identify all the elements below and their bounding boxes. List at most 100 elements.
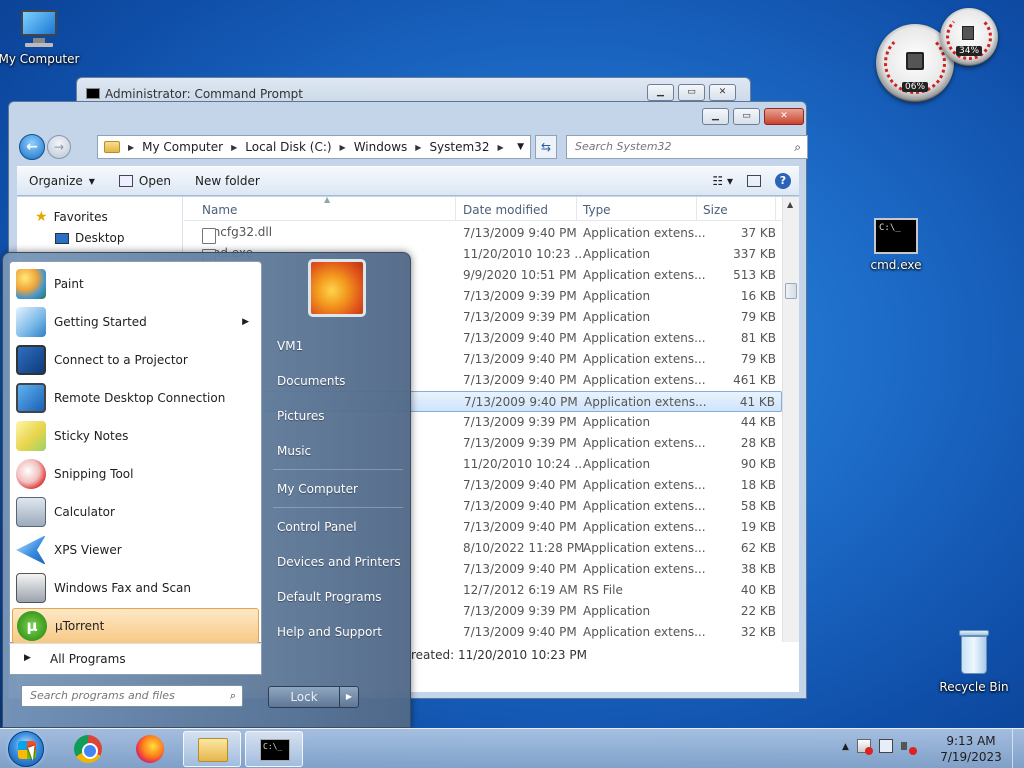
program-calculator[interactable]: Calculator <box>12 494 259 530</box>
file-size: 79 KB <box>740 310 776 324</box>
address-dropdown-icon[interactable]: ▼ <box>517 142 524 152</box>
refresh-icon: ⇆ <box>540 140 552 154</box>
file-size: 337 KB <box>733 247 776 261</box>
organize-button[interactable]: Organize ▼ <box>17 174 107 188</box>
file-size: 58 KB <box>740 499 776 513</box>
start-link-default-programs[interactable]: Default Programs <box>269 584 407 612</box>
scroll-thumb[interactable] <box>785 283 797 299</box>
view-options-icon[interactable]: ☷ ▾ <box>712 174 733 188</box>
column-type[interactable]: Type <box>583 203 611 217</box>
file-date: 7/13/2009 9:40 PM <box>463 625 577 639</box>
file-type: Application <box>583 457 651 471</box>
minimize-button[interactable]: ▁ <box>647 84 674 101</box>
program-xps-viewer[interactable]: XPS Viewer <box>12 532 259 568</box>
taskbar-cmd[interactable]: C:\_ <box>245 731 303 767</box>
file-type: Application extens... <box>583 541 706 555</box>
search-icon[interactable]: ⌕ <box>230 689 236 703</box>
search-input[interactable]: Search System32 ⌕ <box>566 135 808 159</box>
cpu-meter-gadget[interactable]: 06% 34% <box>872 6 1004 124</box>
submenu-arrow-icon[interactable]: ▶ <box>242 317 249 327</box>
maximize-button[interactable]: ▭ <box>678 84 705 101</box>
nav-favorites[interactable]: ★ Favorites <box>35 209 108 225</box>
forward-button[interactable]: → <box>47 135 71 159</box>
maximize-button[interactable]: ▭ <box>733 108 760 125</box>
show-hidden-icons-icon[interactable]: ▲ <box>842 739 849 755</box>
table-row[interactable]: cmcfg32.dll 7/13/2009 9:40 PM Application … <box>184 223 782 244</box>
column-headers: Name ▲ Date modified Type Size <box>184 195 782 221</box>
column-name[interactable]: Name <box>202 203 237 217</box>
breadcrumb-system32[interactable]: System32 <box>429 140 489 154</box>
search-placeholder: Search System32 <box>575 140 672 153</box>
open-label: Open <box>138 174 171 188</box>
column-size[interactable]: Size <box>703 203 728 217</box>
program-snipping-tool[interactable]: Snipping Tool <box>12 456 259 492</box>
breadcrumb-arrow-icon[interactable]: ▶ <box>231 143 237 152</box>
close-button[interactable]: ✕ <box>764 108 804 125</box>
program-utorrent[interactable]: µ µTorrent <box>12 608 259 644</box>
start-link-control-panel[interactable]: Control Panel <box>269 514 407 542</box>
program-paint[interactable]: Paint <box>12 266 259 302</box>
shutdown-options-button[interactable]: ▶ <box>339 686 359 708</box>
start-search-input[interactable]: Search programs and files ⌕ <box>21 685 243 707</box>
title-bar[interactable]: ▁ ▭ ✕ <box>9 102 806 130</box>
close-button[interactable]: ✕ <box>709 84 736 101</box>
network-icon[interactable] <box>878 739 893 753</box>
start-link-music[interactable]: Music <box>269 438 407 466</box>
program-fax-scan[interactable]: Windows Fax and Scan <box>12 570 259 606</box>
preview-pane-icon[interactable] <box>747 175 761 187</box>
program-label: XPS Viewer <box>54 543 122 557</box>
taskbar-firefox[interactable] <box>121 731 179 767</box>
file-size: 461 KB <box>733 373 776 387</box>
desktop-icon-recycle-bin[interactable]: Recycle Bin <box>932 630 1016 694</box>
show-desktop-button[interactable] <box>1012 729 1024 768</box>
program-remote-desktop[interactable]: Remote Desktop Connection <box>12 380 259 416</box>
lock-button[interactable]: Lock <box>268 686 340 708</box>
program-list: Paint Getting Started ▶ Connect to a Pro… <box>9 261 262 644</box>
program-sticky-notes[interactable]: Sticky Notes <box>12 418 259 454</box>
program-connect-projector[interactable]: Connect to a Projector <box>12 342 259 378</box>
nav-desktop[interactable]: Desktop <box>55 231 125 245</box>
start-link-help-support[interactable]: Help and Support <box>269 619 407 647</box>
refresh-button[interactable]: ⇆ <box>535 135 557 159</box>
column-date[interactable]: Date modified <box>463 203 548 217</box>
action-center-icon[interactable] <box>856 739 873 755</box>
program-getting-started[interactable]: Getting Started ▶ <box>12 304 259 340</box>
all-programs-button[interactable]: ▶ All Programs <box>9 643 262 675</box>
start-link-documents[interactable]: Documents <box>269 368 407 396</box>
back-button[interactable]: ← <box>19 134 45 160</box>
search-icon[interactable]: ⌕ <box>794 140 801 155</box>
new-folder-button[interactable]: New folder <box>183 174 272 188</box>
scroll-up-icon[interactable]: ▲ <box>787 200 793 209</box>
start-link-my-computer[interactable]: My Computer <box>269 476 407 504</box>
breadcrumb-arrow-icon[interactable]: ▶ <box>340 143 346 152</box>
breadcrumb-arrow-icon[interactable]: ▶ <box>415 143 421 152</box>
start-link-pictures[interactable]: Pictures <box>269 403 407 431</box>
start-link-user[interactable]: VM1 <box>269 333 407 361</box>
vertical-scrollbar[interactable]: ▲ ▼ <box>782 197 799 692</box>
breadcrumb-local-disk[interactable]: Local Disk (C:) <box>245 140 331 154</box>
taskbar-explorer[interactable] <box>183 731 241 767</box>
desktop-icon-my-computer[interactable]: My Computer <box>0 8 81 66</box>
file-type: Application extens... <box>583 520 706 534</box>
open-button[interactable]: Open <box>107 174 183 188</box>
sort-arrow-icon: ▲ <box>324 195 331 204</box>
desktop-icon-cmd[interactable]: C:\_ cmd.exe <box>854 218 938 272</box>
breadcrumb-my-computer[interactable]: My Computer <box>142 140 223 154</box>
recycle-bin-icon <box>957 630 991 676</box>
file-date: 7/13/2009 9:40 PM <box>463 226 577 240</box>
address-bar[interactable]: ▶ My Computer ▶ Local Disk (C:) ▶ Window… <box>97 135 531 159</box>
user-avatar[interactable] <box>308 259 366 317</box>
breadcrumb-arrow-icon: ▶ <box>128 142 135 152</box>
taskbar-chrome[interactable] <box>59 731 117 767</box>
paint-icon <box>16 269 46 299</box>
clock-time: 9:13 AM <box>946 734 996 748</box>
file-type: Application extens... <box>583 268 706 282</box>
start-link-devices-printers[interactable]: Devices and Printers <box>269 549 407 577</box>
minimize-button[interactable]: ▁ <box>702 108 729 125</box>
breadcrumb-arrow-icon[interactable]: ▶ <box>497 143 503 152</box>
volume-muted-icon[interactable] <box>900 739 917 755</box>
file-date: 11/20/2010 10:23 ... <box>463 247 586 261</box>
clock[interactable]: 9:13 AM 7/19/2023 <box>936 733 1006 765</box>
breadcrumb-windows[interactable]: Windows <box>354 140 408 154</box>
help-icon[interactable]: ? <box>775 173 791 189</box>
